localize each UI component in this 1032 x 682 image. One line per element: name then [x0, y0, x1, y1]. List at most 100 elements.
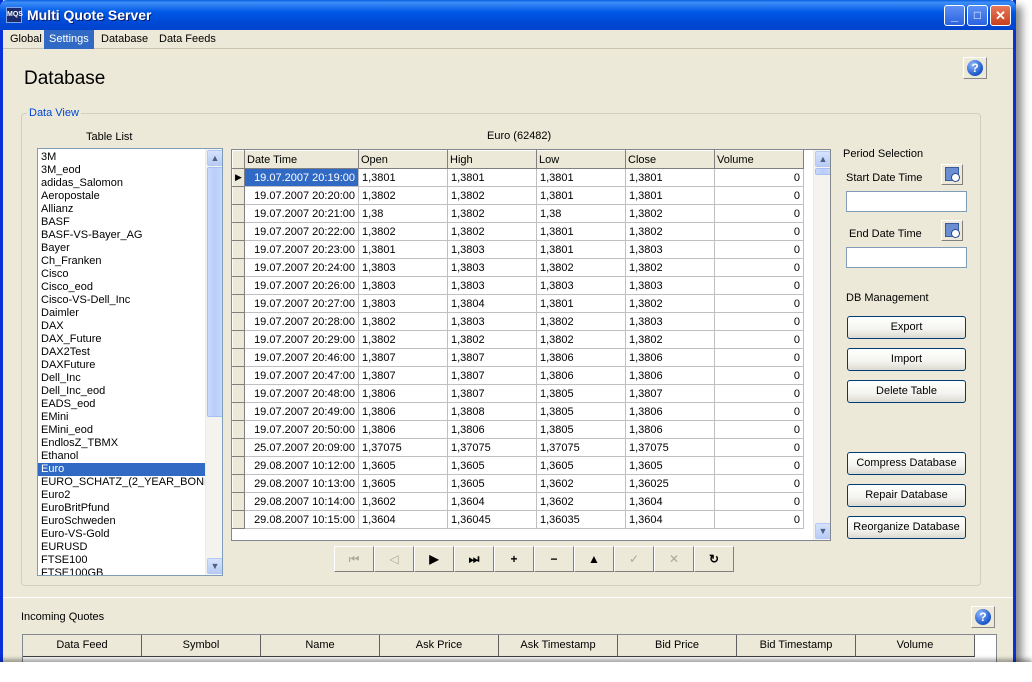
column-header-volume[interactable]: Volume — [714, 150, 804, 169]
menu-global[interactable]: Global — [5, 30, 47, 49]
start-date-picker-button[interactable] — [941, 164, 963, 185]
table-row[interactable]: ▶ 19.07.2007 20:19:00 1,3801 1,3801 1,3801 1,… — [232, 168, 804, 187]
cell-date-time[interactable]: 19.07.2007 20:19:00 — [244, 168, 359, 187]
table-list-item[interactable]: DAXFuture — [38, 359, 205, 372]
cell-volume[interactable]: 0 — [714, 366, 804, 385]
table-list-item[interactable]: EMini_eod — [38, 424, 205, 437]
cell-high[interactable]: 1,3806 — [447, 420, 537, 439]
table-list-item[interactable]: Cisco — [38, 268, 205, 281]
cell-high[interactable]: 1,37075 — [447, 438, 537, 457]
cell-high[interactable]: 1,3803 — [447, 240, 537, 259]
cell-low[interactable]: 1,3801 — [536, 294, 626, 313]
table-list-item[interactable]: Euro — [38, 463, 205, 476]
scroll-down-icon[interactable]: ▼ — [207, 558, 222, 574]
table-row[interactable]: 25.07.2007 20:09:00 1,37075 1,37075 1,37075… — [232, 438, 804, 457]
row-selector[interactable] — [232, 510, 245, 529]
last-record-button[interactable]: ⏭ — [454, 546, 494, 572]
cell-low[interactable]: 1,36035 — [536, 510, 626, 529]
cell-high[interactable]: 1,3605 — [447, 456, 537, 475]
minimize-button[interactable]: _ — [944, 5, 965, 26]
refresh-data-button[interactable]: ↻ — [694, 546, 734, 572]
row-selector[interactable] — [232, 312, 245, 331]
column-header-high[interactable]: High — [447, 150, 537, 169]
cell-low[interactable]: 1,38 — [536, 204, 626, 223]
cell-high[interactable]: 1,3802 — [447, 186, 537, 205]
table-list-item[interactable]: EndlosZ_TBMX — [38, 437, 205, 450]
table-list-item[interactable]: EURO_SCHATZ_(2_YEAR_BOND — [38, 476, 205, 489]
cell-low[interactable]: 1,3602 — [536, 474, 626, 493]
table-list-item[interactable]: Ethanol — [38, 450, 205, 463]
cell-high[interactable]: 1,3808 — [447, 402, 537, 421]
table-list-item[interactable]: DAX2Test — [38, 346, 205, 359]
table-list-item[interactable]: EADS_eod — [38, 398, 205, 411]
cell-volume[interactable]: 0 — [714, 510, 804, 529]
cell-close[interactable]: 1,3801 — [625, 186, 715, 205]
cell-volume[interactable]: 0 — [714, 222, 804, 241]
cell-date-time[interactable]: 19.07.2007 20:22:00 — [244, 222, 359, 241]
cell-open[interactable]: 1,3605 — [358, 474, 448, 493]
cell-low[interactable]: 1,3801 — [536, 240, 626, 259]
cell-low[interactable]: 1,3805 — [536, 420, 626, 439]
cell-open[interactable]: 1,3807 — [358, 348, 448, 367]
cell-high[interactable]: 1,3802 — [447, 330, 537, 349]
cell-volume[interactable]: 0 — [714, 258, 804, 277]
cell-date-time[interactable]: 25.07.2007 20:09:00 — [244, 438, 359, 457]
table-list-item[interactable]: Ch_Franken — [38, 255, 205, 268]
column-header-volume[interactable]: Volume — [856, 635, 975, 657]
column-header-data-feed[interactable]: Data Feed — [23, 635, 142, 657]
table-row[interactable]: 19.07.2007 20:23:00 1,3801 1,3803 1,3801 1,3… — [232, 240, 804, 259]
column-header-bid-timestamp[interactable]: Bid Timestamp — [737, 635, 856, 657]
table-list-item[interactable]: FTSE100 — [38, 554, 205, 567]
table-row[interactable]: 19.07.2007 20:22:00 1,3802 1,3802 1,3801 1,3… — [232, 222, 804, 241]
table-row[interactable]: 19.07.2007 20:21:00 1,38 1,3802 1,38 1,3802 0 — [232, 204, 804, 223]
scroll-down-icon[interactable]: ▼ — [815, 523, 830, 539]
cell-open[interactable]: 1,3803 — [358, 258, 448, 277]
cell-open[interactable]: 1,3802 — [358, 312, 448, 331]
title-bar[interactable]: MQS Multi Quote Server _ □ ✕ — [0, 0, 1016, 30]
cell-high[interactable]: 1,3803 — [447, 258, 537, 277]
reorganize-database-button[interactable]: Reorganize Database — [847, 516, 966, 539]
import-button[interactable]: Import — [847, 348, 966, 371]
cell-volume[interactable]: 0 — [714, 294, 804, 313]
cell-high[interactable]: 1,3604 — [447, 492, 537, 511]
insert-record-button[interactable]: + — [494, 546, 534, 572]
cell-open[interactable]: 1,3802 — [358, 222, 448, 241]
table-row[interactable]: 29.08.2007 10:12:00 1,3605 1,3605 1,3605 1,3… — [232, 456, 804, 475]
cell-open[interactable]: 1,3803 — [358, 276, 448, 295]
cell-close[interactable]: 1,3806 — [625, 402, 715, 421]
cell-low[interactable]: 1,3806 — [536, 366, 626, 385]
cell-date-time[interactable]: 29.08.2007 10:12:00 — [244, 456, 359, 475]
row-selector[interactable] — [232, 474, 245, 493]
cell-open[interactable]: 1,3802 — [358, 330, 448, 349]
row-selector[interactable] — [232, 348, 245, 367]
delete-record-button[interactable]: − — [534, 546, 574, 572]
delete-table-button[interactable]: Delete Table — [847, 380, 966, 403]
table-row[interactable]: 29.08.2007 10:15:00 1,3604 1,36045 1,36035 1… — [232, 510, 804, 529]
cell-high[interactable]: 1,36045 — [447, 510, 537, 529]
table-list-item[interactable]: 3M — [38, 151, 205, 164]
cell-low[interactable]: 1,3805 — [536, 402, 626, 421]
cell-open[interactable]: 1,3803 — [358, 294, 448, 313]
row-selector[interactable] — [232, 186, 245, 205]
cell-close[interactable]: 1,3604 — [625, 492, 715, 511]
cell-close[interactable]: 1,3807 — [625, 384, 715, 403]
table-list-item[interactable]: EuroSchweden — [38, 515, 205, 528]
cell-date-time[interactable]: 19.07.2007 20:21:00 — [244, 204, 359, 223]
cell-date-time[interactable]: 29.08.2007 10:15:00 — [244, 510, 359, 529]
cell-open[interactable]: 1,3806 — [358, 384, 448, 403]
cell-low[interactable]: 1,3602 — [536, 492, 626, 511]
table-row[interactable]: 19.07.2007 20:47:00 1,3807 1,3807 1,3806 1,3… — [232, 366, 804, 385]
cell-close[interactable]: 1,3803 — [625, 312, 715, 331]
cell-close[interactable]: 1,3802 — [625, 258, 715, 277]
cell-date-time[interactable]: 29.08.2007 10:13:00 — [244, 474, 359, 493]
scroll-thumb[interactable] — [207, 167, 222, 417]
cell-open[interactable]: 1,3604 — [358, 510, 448, 529]
cell-date-time[interactable]: 19.07.2007 20:24:00 — [244, 258, 359, 277]
cell-high[interactable]: 1,3804 — [447, 294, 537, 313]
table-list-item[interactable]: Daimler — [38, 307, 205, 320]
table-list-item[interactable]: DAX_Future — [38, 333, 205, 346]
column-header-date-time[interactable]: Date Time — [244, 150, 359, 169]
cell-close[interactable]: 1,3605 — [625, 456, 715, 475]
post-edit-button[interactable]: ✓ — [614, 546, 654, 572]
menu-settings[interactable]: Settings — [44, 30, 94, 49]
